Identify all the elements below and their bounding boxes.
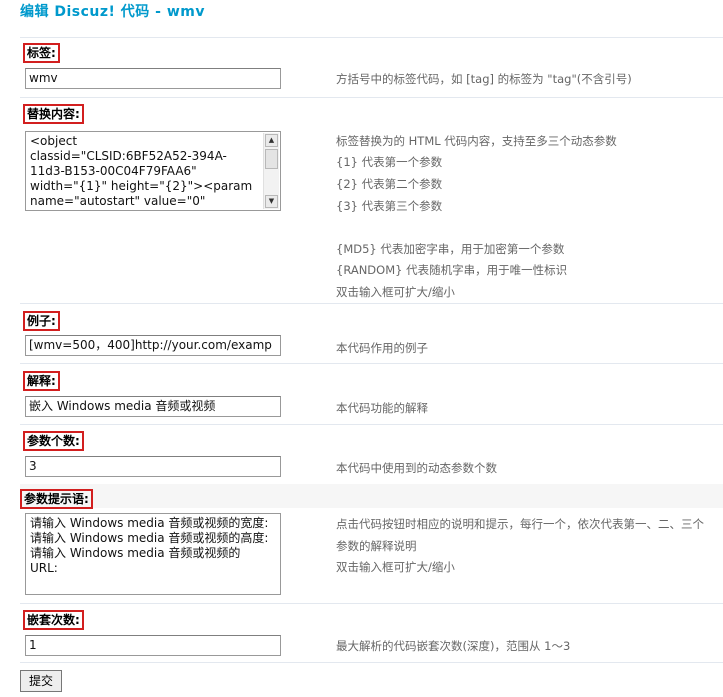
replacement-desc-line: {3} 代表第三个参数 xyxy=(336,199,443,213)
param-prompt-desc-line: 点击代码按钮时相应的说明和提示，每行一个，依次代表第一、二、三个 xyxy=(336,517,704,531)
page-title: 编辑 Discuz! 代码 - wmv xyxy=(20,4,206,20)
replacement-desc-line: 标签替换为的 HTML 代码内容，支持至多三个动态参数 xyxy=(336,134,617,148)
divider xyxy=(20,363,723,364)
example-input[interactable]: [wmv=500，400]http://your.com/examp xyxy=(25,335,281,356)
replacement-desc-line: 双击输入框可扩大/缩小 xyxy=(336,285,455,299)
param-prompt-label: 参数提示语: xyxy=(20,489,93,509)
example-label: 例子: xyxy=(23,311,60,331)
replacement-desc-line: {MD5} 代表加密字串，用于加密第一个参数 xyxy=(336,242,565,256)
replacement-desc-line: {2} 代表第二个参数 xyxy=(336,177,443,191)
replacement-line: width="{1}" height="{2}"><param xyxy=(30,179,253,193)
replacement-line: <object xyxy=(30,134,78,148)
example-description: 本代码作用的例子 xyxy=(336,341,428,355)
tag-input[interactable]: wmv xyxy=(25,68,281,89)
scroll-thumb[interactable] xyxy=(265,149,278,169)
explanation-label: 解释: xyxy=(23,371,60,391)
tag-label: 标签: xyxy=(23,43,60,63)
replacement-desc-line: {1} 代表第一个参数 xyxy=(336,155,443,169)
divider xyxy=(20,97,723,98)
replacement-textarea[interactable]: <object classid="CLSID:6BF52A52-394A- 11… xyxy=(25,131,281,211)
param-prompt-line: 请输入 Windows media 音频或视频的高度: xyxy=(30,531,269,545)
section-band xyxy=(20,484,723,508)
divider xyxy=(20,662,723,663)
replacement-line: classid="CLSID:6BF52A52-394A- xyxy=(30,149,227,163)
replacement-line: name="autostart" value="0" xyxy=(30,194,206,208)
divider xyxy=(20,37,723,38)
nesting-label: 嵌套次数: xyxy=(23,610,84,630)
divider xyxy=(20,424,723,425)
scroll-up-arrow-icon[interactable]: ▲ xyxy=(265,134,278,147)
param-prompt-desc-line: 双击输入框可扩大/缩小 xyxy=(336,560,455,574)
divider xyxy=(20,303,723,304)
textarea-scrollbar[interactable]: ▲ ▼ xyxy=(263,133,279,209)
replacement-label: 替换内容: xyxy=(23,104,84,124)
param-prompt-line: 请输入 Windows media 音频或视频的宽度: xyxy=(30,516,269,530)
nesting-description: 最大解析的代码嵌套次数(深度)，范围从 1～3 xyxy=(336,639,571,653)
param-prompt-line: URL: xyxy=(30,561,58,575)
nesting-input[interactable]: 1 xyxy=(25,635,281,656)
param-prompt-textarea[interactable]: 请输入 Windows media 音频或视频的宽度: 请输入 Windows … xyxy=(25,513,281,595)
replacement-line: 11d3-B153-00C04F79FAA6" xyxy=(30,164,197,178)
submit-button[interactable]: 提交 xyxy=(20,670,62,692)
divider xyxy=(20,603,723,604)
param-count-label: 参数个数: xyxy=(23,431,84,451)
tag-description: 方括号中的标签代码，如 [tag] 的标签为 "tag"(不含引号) xyxy=(336,72,632,86)
param-count-description: 本代码中使用到的动态参数个数 xyxy=(336,461,497,475)
param-prompt-desc-line: 参数的解释说明 xyxy=(336,539,417,553)
scroll-down-arrow-icon[interactable]: ▼ xyxy=(265,195,278,208)
param-prompt-line: 请输入 Windows media 音频或视频的 xyxy=(30,546,241,560)
replacement-desc-line: {RANDOM} 代表随机字串，用于唯一性标识 xyxy=(336,263,568,277)
param-count-input[interactable]: 3 xyxy=(25,456,281,477)
explanation-input[interactable]: 嵌入 Windows media 音频或视频 xyxy=(25,396,281,417)
explanation-description: 本代码功能的解释 xyxy=(336,401,428,415)
